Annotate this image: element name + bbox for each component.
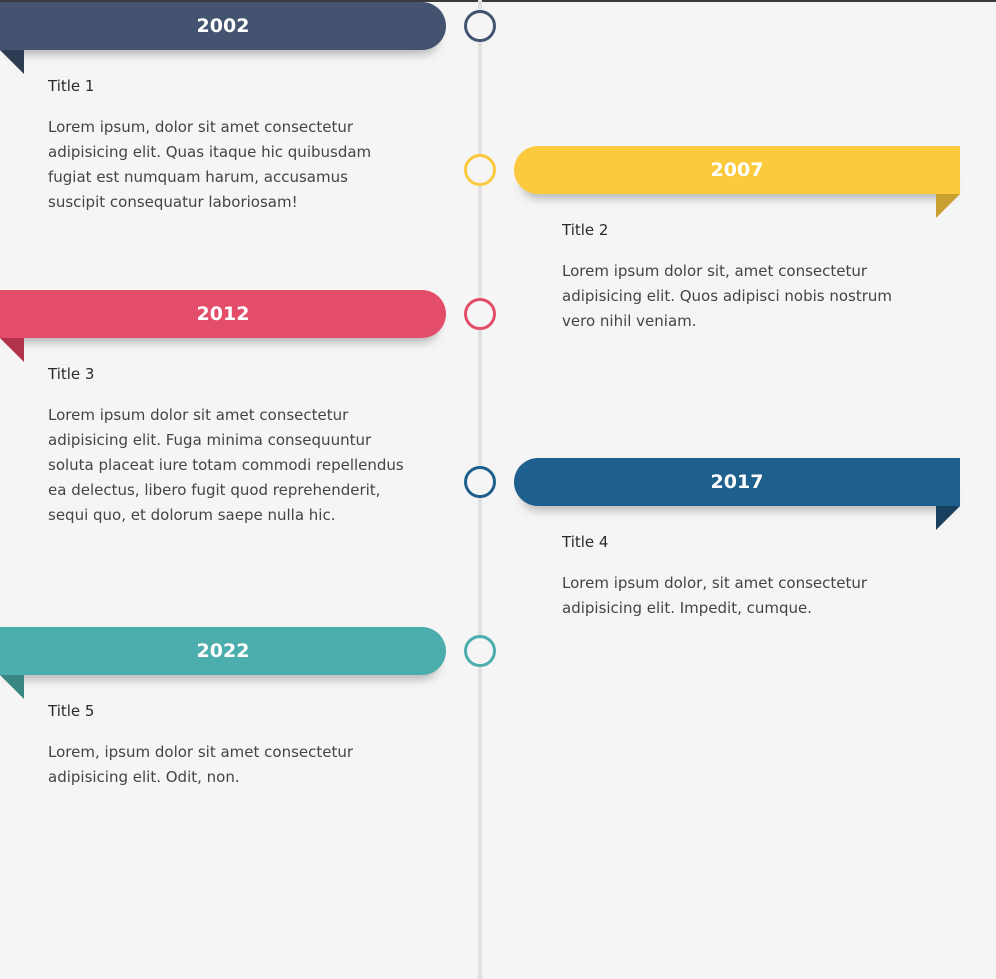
timeline-node <box>464 154 496 186</box>
entry-title: Title 3 <box>48 365 95 383</box>
banner-fold <box>936 506 960 530</box>
entry-title: Title 4 <box>562 533 609 551</box>
year-banner: 2022 <box>0 627 446 675</box>
timeline-node <box>464 298 496 330</box>
entry-text: Lorem ipsum dolor sit, amet consectetur … <box>562 262 893 330</box>
banner-fold <box>0 675 24 699</box>
entry-title: Title 5 <box>48 702 95 720</box>
year-banner: 2017 <box>514 458 960 506</box>
timeline: 2002 Title 1 Lorem ipsum, dolor sit amet… <box>0 0 996 979</box>
entry-title: Title 2 <box>562 221 609 239</box>
entry-title: Title 1 <box>48 77 95 95</box>
year-banner: 2012 <box>0 290 446 338</box>
entry-text: Lorem ipsum, dolor sit amet consectetur … <box>48 118 372 211</box>
year-banner: 2007 <box>514 146 960 194</box>
entry-text: Lorem ipsum dolor, sit amet consectetur … <box>562 574 868 617</box>
banner-fold <box>936 194 960 218</box>
entry-text: Lorem, ipsum dolor sit amet consectetur … <box>48 743 354 786</box>
entry-text: Lorem ipsum dolor sit amet consectetur a… <box>48 406 404 524</box>
year-banner: 2002 <box>0 2 446 50</box>
timeline-node <box>464 10 496 42</box>
timeline-node <box>464 635 496 667</box>
timeline-node <box>464 466 496 498</box>
banner-fold <box>0 50 24 74</box>
banner-fold <box>0 338 24 362</box>
